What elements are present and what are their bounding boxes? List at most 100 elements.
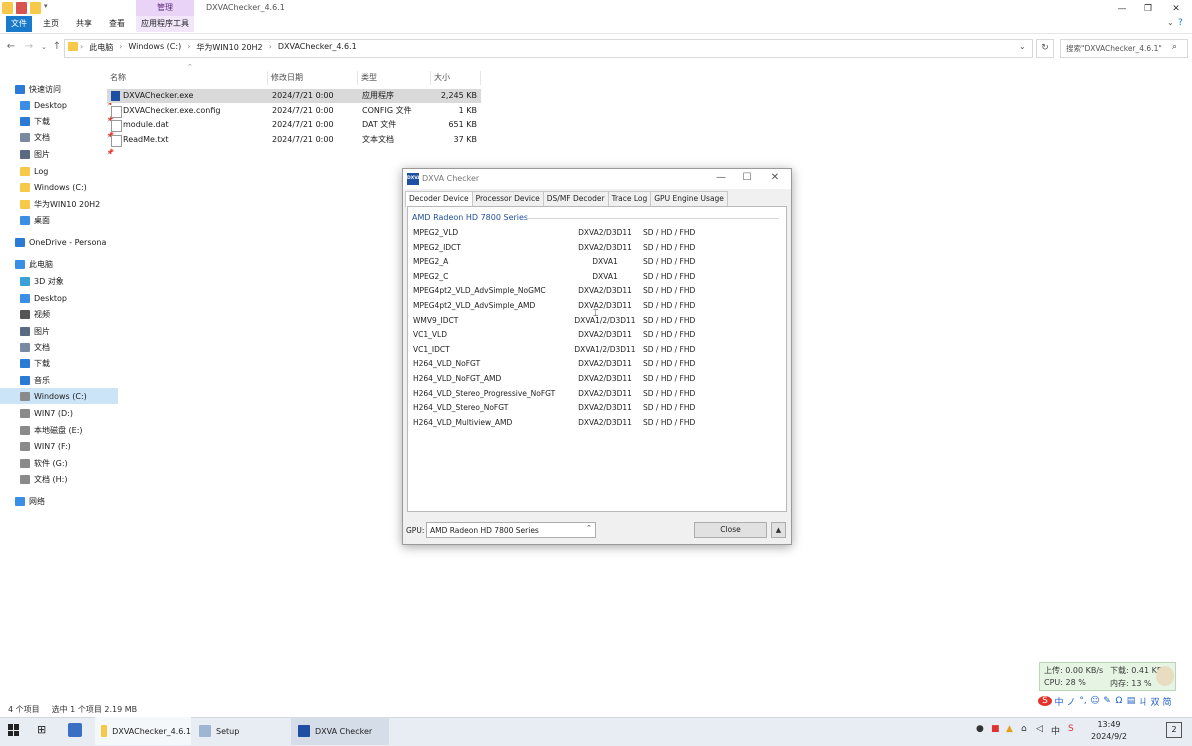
ime-item-icon[interactable]: S [1038,696,1052,706]
new-folder-icon[interactable] [30,2,41,14]
decoder-row[interactable]: H264_VLD_Stereo_Progressive_NoFGT DXVA2/D… [413,389,773,403]
file-row[interactable]: module.dat 2024/7/21 0:00 DAT 文件 651 KB [107,118,481,132]
tab-processor-device[interactable]: Processor Device [471,191,544,206]
ime-item-icon[interactable]: ▤ [1126,696,1136,706]
decoder-row[interactable]: MPEG2_IDCT DXVA2/D3D11 SD / HD / FHD [413,243,773,257]
ime-item-icon[interactable]: ☺ [1090,696,1100,706]
network-monitor-widget[interactable]: 上传: 0.00 KB/s 下载: 0.41 KB/s CPU: 28 % 内存… [1039,662,1176,691]
sidebar-item[interactable]: 网络 [0,493,113,509]
sidebar-item[interactable]: 下载📌 [0,113,118,129]
decoder-row[interactable]: MPEG2_A DXVA1 SD / HD / FHD [413,257,773,271]
input-language-icon[interactable]: 中 [1051,724,1060,737]
tab-file[interactable]: 文件 [6,16,32,32]
file-row[interactable]: DXVAChecker.exe 2024/7/21 0:00 应用程序 2,245 K… [107,89,481,103]
ime-item-icon[interactable]: ✎ [1102,696,1112,706]
ime-item-icon[interactable]: 简 [1162,695,1172,708]
taskbar-dxva-checker[interactable]: DXVA Checker [291,717,389,745]
column-header-type[interactable]: 类型 [358,71,431,85]
dxva-minimize-icon[interactable]: — [711,172,731,183]
tray-security-icon[interactable]: ■ [991,724,1000,734]
ime-item-icon[interactable]: 中 [1054,695,1064,708]
forward-icon[interactable]: → [23,40,35,54]
pinned-app-icon[interactable] [68,723,82,737]
address-dropdown-icon[interactable]: ⌄ [1019,42,1026,51]
sidebar-item[interactable]: 文档 [0,339,118,355]
decoder-row[interactable]: H264_VLD_Stereo_NoFGT DXVA2/D3D11 SD / HD … [413,403,773,417]
ime-item-icon[interactable]: 双 [1150,695,1160,708]
sidebar-item[interactable]: WIN7 (F:) [0,438,118,454]
tab-gpu-engine-usage[interactable]: GPU Engine Usage [650,191,728,206]
tab-view[interactable]: 查看 [109,16,125,32]
tray-app-icon[interactable]: ● [976,724,984,734]
search-icon[interactable]: ⌕ [1172,42,1177,52]
tab-home[interactable]: 主页 [43,16,59,32]
collapse-icon[interactable]: ▲ [771,522,786,538]
sogou-icon[interactable]: S [1068,724,1074,734]
sidebar-item[interactable]: Desktop 📌 [0,97,118,113]
notification-icon[interactable]: 2 [1166,722,1182,738]
up-icon[interactable]: ↑ [51,40,63,54]
sidebar-item[interactable]: Desktop [0,290,118,306]
sidebar-item[interactable]: 文档📌 [0,129,118,145]
sidebar-item[interactable]: Windows (C:) [0,388,118,404]
recent-dropdown-icon[interactable]: ⌄ [38,40,50,54]
column-header-size[interactable]: 大小 [431,71,481,85]
sidebar-item[interactable]: 快速访问 [0,81,113,97]
dxva-checker-window[interactable]: DXVA DXVA Checker — ☐ ✕ Decoder Device P… [402,168,792,545]
ribbon-manage-tab[interactable]: 管理 [136,0,194,16]
column-header-date[interactable]: 修改日期 [268,71,358,85]
sidebar-item[interactable]: WIN7 (D:) [0,405,118,421]
decoder-row[interactable]: MPEG2_C DXVA1 SD / HD / FHD [413,272,773,286]
sidebar-item[interactable]: OneDrive - Persona [0,234,113,250]
file-row[interactable]: DXVAChecker.exe.config 2024/7/21 0:00 CONF… [107,104,481,118]
sidebar-item[interactable]: 本地磁盘 (E:) [0,422,118,438]
start-icon[interactable] [8,724,20,736]
decoder-row[interactable]: MPEG4pt2_VLD_AdvSimple_AMD DXVA2/D3D11 SD … [413,301,773,315]
tab-app-tools[interactable]: 应用程序工具 [136,16,194,32]
taskbar-setup[interactable]: Setup [193,717,289,745]
taskbar-explorer[interactable]: DXVAChecker_4.6.1 [95,717,191,745]
tray-warning-icon[interactable]: ▲ [1006,724,1013,734]
sidebar-item[interactable]: 此电脑 [0,256,113,272]
back-icon[interactable]: ← [5,40,17,54]
volume-icon[interactable]: ◁ [1036,724,1043,734]
qat-dropdown-icon[interactable]: ▾ [44,2,48,14]
breadcrumb-drive-c[interactable]: Windows (C:) [128,42,181,53]
sidebar-item[interactable]: 音乐 [0,372,118,388]
file-row[interactable]: ReadMe.txt 2024/7/21 0:00 文本文档 37 KB [107,133,481,147]
decoder-row[interactable]: WMV9_IDCT DXVA1/2/D3D11 SD / HD / FHD [413,316,773,330]
close-button[interactable]: Close [694,522,767,538]
ribbon-expand-icon[interactable]: ⌄ [1167,18,1174,27]
breadcrumb-folder[interactable]: 华为WIN10 20H2 [196,42,262,53]
sidebar-item[interactable]: 3D 对象 [0,273,118,289]
task-view-icon[interactable]: ⊞ [37,723,46,736]
tab-trace-log[interactable]: Trace Log [607,191,652,206]
decoder-row[interactable]: VC1_VLD DXVA2/D3D11 SD / HD / FHD [413,330,773,344]
sidebar-item[interactable]: 图片 [0,323,118,339]
dxva-maximize-icon[interactable]: ☐ [737,172,757,183]
decoder-row[interactable]: VC1_IDCT DXVA1/2/D3D11 SD / HD / FHD [413,345,773,359]
refresh-icon[interactable]: ↻ [1036,39,1054,58]
sidebar-item[interactable]: 华为WIN10 20H2 [0,196,118,212]
chevron-up-icon[interactable]: ⌃ [586,524,592,532]
sidebar-item[interactable]: 文档 (H:) [0,471,118,487]
column-header-name[interactable]: 名称 [107,71,268,85]
sidebar-item[interactable]: 视频 [0,306,118,322]
ime-item-icon[interactable]: ㄐ [1138,695,1148,708]
breadcrumb-this-pc[interactable]: 此电脑 [89,42,113,53]
ime-item-icon[interactable]: ノ [1066,695,1076,708]
close-icon[interactable]: ✕ [1166,2,1186,16]
decoder-row[interactable]: MPEG2_VLD DXVA2/D3D11 SD / HD / FHD [413,228,773,242]
help-icon[interactable]: ? [1178,18,1183,28]
maximize-icon[interactable]: ❐ [1138,2,1158,16]
tab-share[interactable]: 共享 [76,16,92,32]
dxva-close-icon[interactable]: ✕ [765,172,785,183]
sidebar-item[interactable]: Windows (C:) [0,179,118,195]
sidebar-item[interactable]: 下载 [0,355,118,371]
ime-item-icon[interactable]: °, [1078,696,1088,706]
tab-ds-mf-decoder[interactable]: DS/MF Decoder [542,191,609,206]
decoder-row[interactable]: H264_VLD_Multiview_AMD DXVA2/D3D11 SD / HD… [413,418,773,432]
decoder-row[interactable]: MPEG4pt2_VLD_AdvSimple_NoGMC DXVA2/D3D11 S… [413,286,773,300]
decoder-row[interactable]: H264_VLD_NoFGT DXVA2/D3D11 SD / HD / FHD [413,359,773,373]
minimize-icon[interactable]: — [1112,2,1132,16]
